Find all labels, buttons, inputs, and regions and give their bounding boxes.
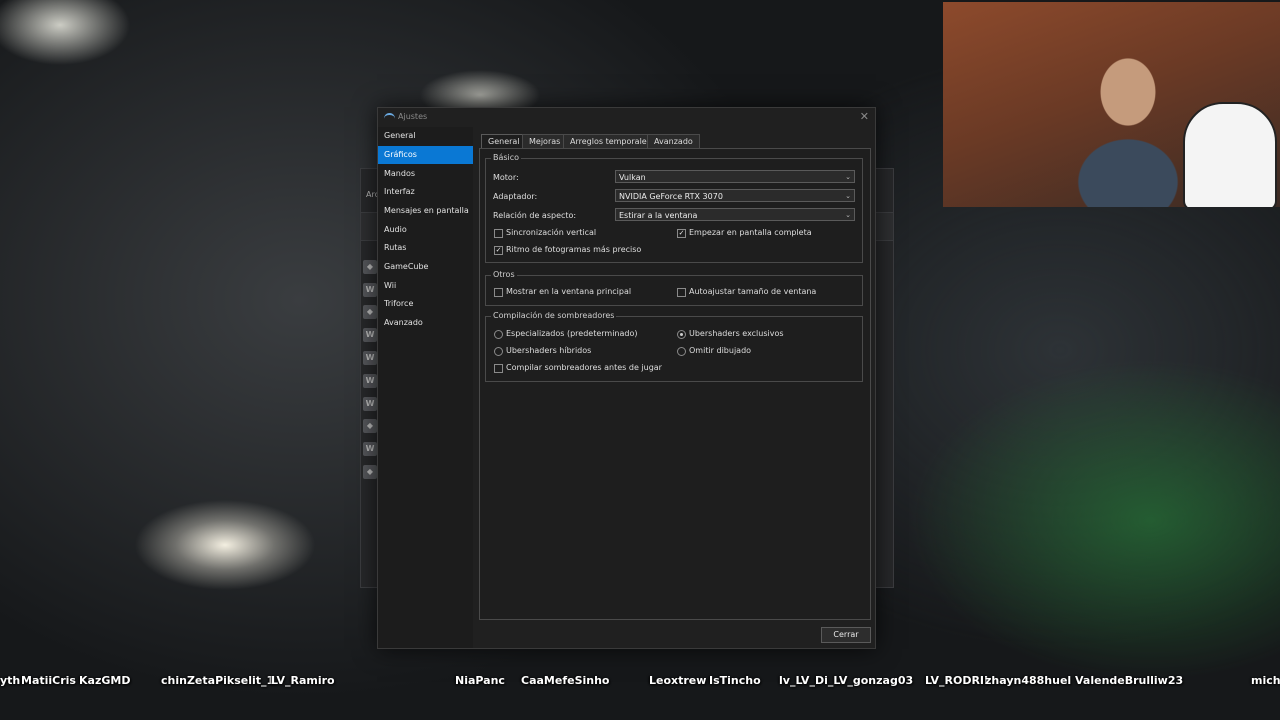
skip-drawing-label: Omitir dibujado xyxy=(689,346,752,355)
specialized-radio[interactable]: Especializados (predeterminado) xyxy=(494,329,664,340)
close-icon[interactable]: ✕ xyxy=(860,110,869,123)
specialized-radio-dot xyxy=(494,330,503,339)
vsync-box xyxy=(494,229,503,238)
sidebar-item-wii[interactable]: Wii xyxy=(378,277,473,295)
graphics-content: General Mejoras Arreglos temporales Avan… xyxy=(479,134,871,620)
skip-drawing-radio[interactable]: Omitir dibujado xyxy=(677,346,847,357)
compile-shaders-before-label: Compilar sombreadores antes de jugar xyxy=(506,363,662,372)
group-basico-title: Básico xyxy=(491,153,522,162)
vsync-checkbox[interactable]: Sincronización vertical xyxy=(494,228,644,239)
group-otros-title: Otros xyxy=(491,270,517,279)
tab-arreglos-temporales[interactable]: Arreglos temporales xyxy=(563,134,658,149)
precise-framerate-box: ✓ xyxy=(494,246,503,255)
adaptador-label: Adaptador: xyxy=(493,192,538,201)
precise-framerate-checkbox[interactable]: ✓ Ritmo de fotogramas más preciso xyxy=(494,245,674,256)
wii-icon: W xyxy=(363,442,377,456)
sidebar-item-triforce[interactable]: Triforce xyxy=(378,295,473,313)
aspecto-select[interactable]: Estirar a la ventana ⌄ xyxy=(615,208,855,221)
autoadjust-window-checkbox[interactable]: Autoajustar tamaño de ventana xyxy=(677,287,847,298)
chat-user-name: mich xyxy=(1251,674,1280,687)
sidebar-item-mandos[interactable]: Mandos xyxy=(378,165,473,183)
chat-user-name: LV_Ramiro xyxy=(271,674,335,687)
sidebar-item-interfaz[interactable]: Interfaz xyxy=(378,183,473,201)
settings-sidebar: General Gráficos Mandos Interfaz Mensaje… xyxy=(378,127,473,648)
show-in-main-window-label: Mostrar en la ventana principal xyxy=(506,287,632,296)
chat-user-name: lv_LV_Di_LV_gonzag03 xyxy=(779,674,914,687)
ubershaders-exclusive-radio-dot xyxy=(677,330,686,339)
wii-icon: W xyxy=(363,374,377,388)
autoadjust-window-box xyxy=(677,288,686,297)
close-button[interactable]: Cerrar xyxy=(821,627,871,643)
fullscreen-checkbox[interactable]: ✓ Empezar en pantalla completa xyxy=(677,228,837,239)
sidebar-item-gamecube[interactable]: GameCube xyxy=(378,258,473,276)
ubershaders-exclusive-label: Ubershaders exclusivos xyxy=(689,329,784,338)
ubershaders-hybrid-radio[interactable]: Ubershaders híbridos xyxy=(494,346,664,357)
specialized-label: Especializados (predeterminado) xyxy=(506,329,638,338)
chat-user-name: ValendeBrulliw23 xyxy=(1075,674,1184,687)
motor-label: Motor: xyxy=(493,173,519,182)
vsync-label: Sincronización vertical xyxy=(506,228,597,237)
dolphin-icon xyxy=(384,113,395,123)
sidebar-item-rutas[interactable]: Rutas xyxy=(378,239,473,257)
group-basico: Básico Motor: Vulkan ⌄ Adaptador: NVIDIA… xyxy=(485,153,863,263)
chevron-down-icon: ⌄ xyxy=(845,192,851,200)
adaptador-value: NVIDIA GeForce RTX 3070 xyxy=(619,192,723,201)
tab-panel-general: Básico Motor: Vulkan ⌄ Adaptador: NVIDIA… xyxy=(479,148,871,620)
autoadjust-window-label: Autoajustar tamaño de ventana xyxy=(689,287,817,296)
chat-avatars-bar: yth MatiiCris KazGMD chinZetaPikselit_1 … xyxy=(0,670,1280,720)
title-bar: Ajustes ✕ xyxy=(378,108,875,127)
chat-user-name: yth xyxy=(0,674,21,687)
precise-framerate-label: Ritmo de fotogramas más preciso xyxy=(506,245,642,254)
skip-drawing-radio-dot xyxy=(677,347,686,356)
fullscreen-box: ✓ xyxy=(677,229,686,238)
ubershaders-hybrid-radio-dot xyxy=(494,347,503,356)
gamecube-icon: ◆ xyxy=(363,419,377,433)
ubershaders-exclusive-radio[interactable]: Ubershaders exclusivos xyxy=(677,329,847,340)
chat-user-name: IsTincho xyxy=(709,674,761,687)
sidebar-item-avanzado[interactable]: Avanzado xyxy=(378,314,473,332)
gamecube-icon: ◆ xyxy=(363,260,377,274)
chevron-down-icon: ⌄ xyxy=(845,173,851,181)
chat-user-name: CaaMefeSinho xyxy=(521,674,610,687)
gamecube-icon: ◆ xyxy=(363,305,377,319)
chat-user-name: chinZetaPikselit_1 xyxy=(161,674,275,687)
settings-dialog: Ajustes ✕ General Gráficos Mandos Interf… xyxy=(377,107,876,649)
chat-user-name: zhayn488huel xyxy=(985,674,1072,687)
tab-mejoras[interactable]: Mejoras xyxy=(522,134,568,149)
ubershaders-hybrid-label: Ubershaders híbridos xyxy=(506,346,592,355)
show-in-main-window-box xyxy=(494,288,503,297)
wii-icon: W xyxy=(363,283,377,297)
chat-user-name: MatiiCris xyxy=(21,674,76,687)
sidebar-item-graficos[interactable]: Gráficos xyxy=(378,146,473,164)
group-shader-compilation-title: Compilación de sombreadores xyxy=(491,311,617,320)
cat-sticker xyxy=(1183,102,1277,207)
chat-user-name: NiaPanc xyxy=(455,674,505,687)
group-shader-compilation: Compilación de sombreadores Especializad… xyxy=(485,311,863,382)
motor-value: Vulkan xyxy=(619,173,646,182)
compile-shaders-before-box xyxy=(494,364,503,373)
webcam-overlay xyxy=(943,2,1280,207)
sidebar-item-general[interactable]: General xyxy=(378,127,473,145)
chat-user-name: KazGMD xyxy=(79,674,131,687)
chat-user-name: Leoxtrew xyxy=(649,674,707,687)
sidebar-item-audio[interactable]: Audio xyxy=(378,221,473,239)
sidebar-item-mensajes[interactable]: Mensajes en pantalla xyxy=(378,202,473,220)
chevron-down-icon: ⌄ xyxy=(845,211,851,219)
streamer-image xyxy=(1073,32,1183,207)
fullscreen-label: Empezar en pantalla completa xyxy=(689,228,812,237)
aspecto-value: Estirar a la ventana xyxy=(619,211,698,220)
window-title: Ajustes xyxy=(398,112,428,121)
wii-icon: W xyxy=(363,351,377,365)
adaptador-select[interactable]: NVIDIA GeForce RTX 3070 ⌄ xyxy=(615,189,855,202)
show-in-main-window-checkbox[interactable]: Mostrar en la ventana principal xyxy=(494,287,664,298)
group-otros: Otros Mostrar en la ventana principal Au… xyxy=(485,270,863,306)
wii-icon: W xyxy=(363,328,377,342)
aspecto-label: Relación de aspecto: xyxy=(493,211,577,220)
compile-shaders-before-checkbox[interactable]: Compilar sombreadores antes de jugar xyxy=(494,363,694,374)
tab-avanzado[interactable]: Avanzado xyxy=(647,134,700,149)
chat-user-name: LV_RODRII xyxy=(925,674,989,687)
motor-select[interactable]: Vulkan ⌄ xyxy=(615,170,855,183)
wii-icon: W xyxy=(363,397,377,411)
gamecube-icon: ◆ xyxy=(363,465,377,479)
